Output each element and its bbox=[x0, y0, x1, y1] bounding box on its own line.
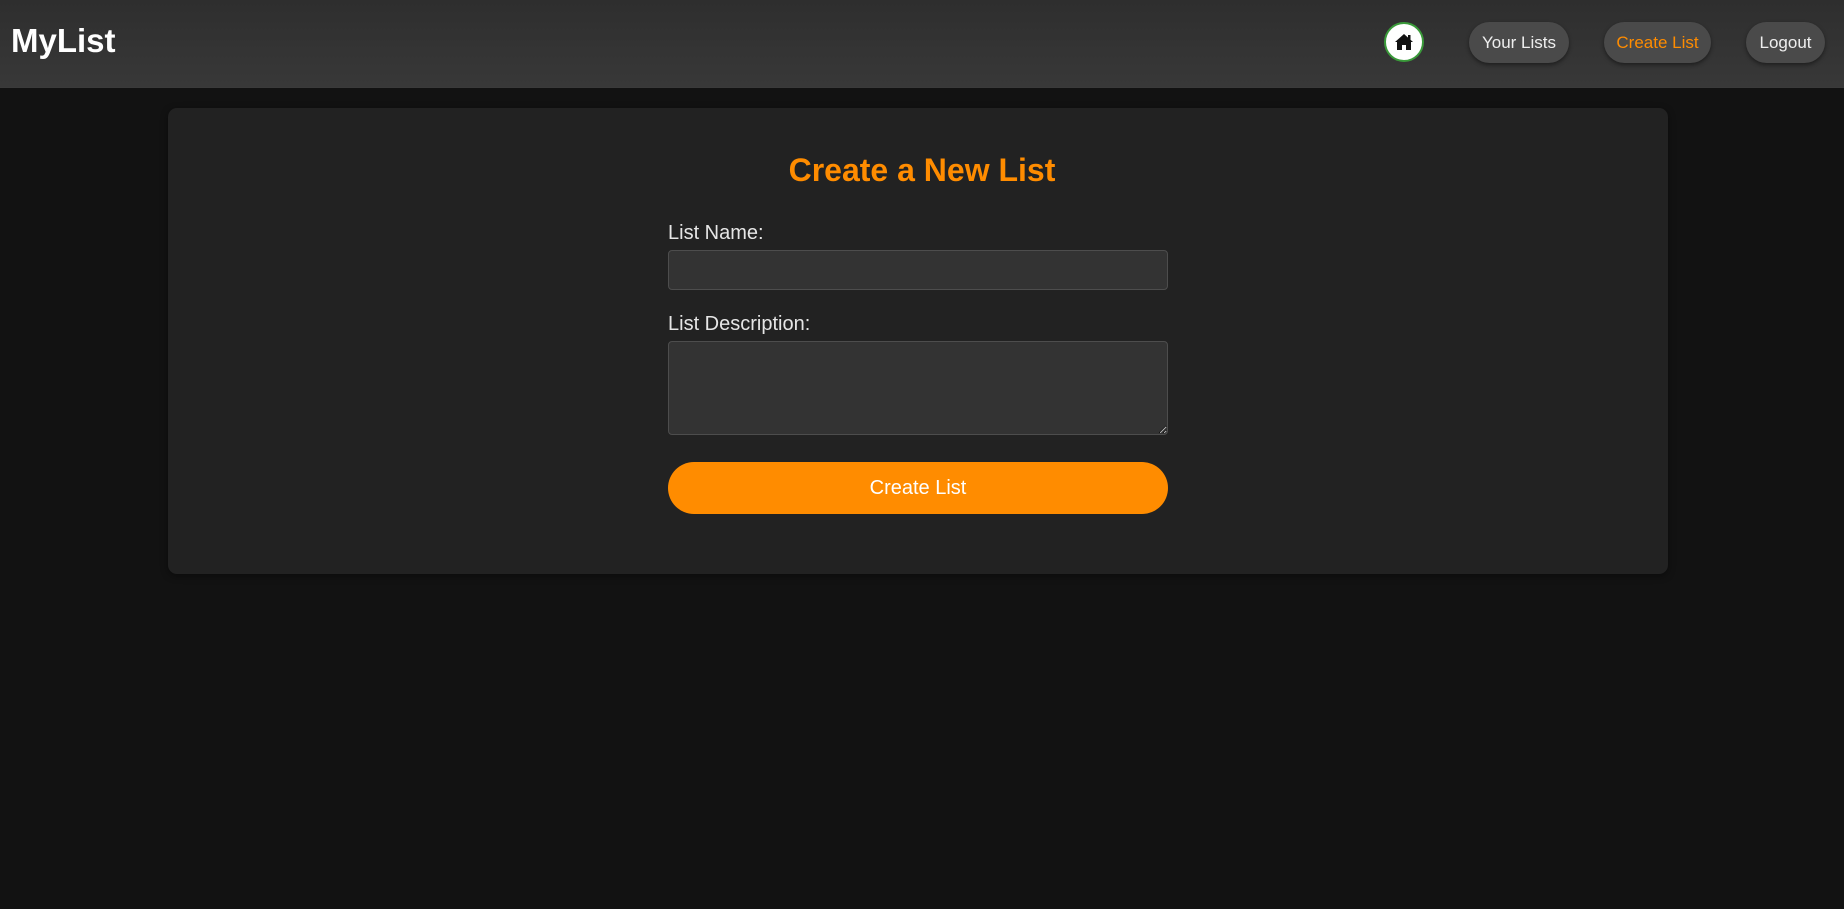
list-description-textarea[interactable] bbox=[668, 341, 1168, 435]
create-list-submit-button[interactable]: Create List bbox=[668, 462, 1168, 514]
nav-logout-button[interactable]: Logout bbox=[1746, 22, 1825, 63]
home-icon bbox=[1395, 34, 1413, 50]
page-title: Create a New List bbox=[788, 152, 1056, 188]
list-name-label: List Name: bbox=[668, 222, 764, 244]
home-button[interactable] bbox=[1384, 22, 1424, 62]
list-name-input[interactable] bbox=[668, 250, 1168, 290]
list-description-label: List Description: bbox=[668, 313, 811, 335]
nav-your-lists-button[interactable]: Your Lists bbox=[1469, 22, 1569, 63]
top-navigation-bar: MyList Your Lists Create List Logout bbox=[0, 0, 1844, 88]
brand-logo[interactable]: MyList bbox=[11, 22, 116, 60]
nav-create-list-button[interactable]: Create List bbox=[1604, 22, 1711, 63]
